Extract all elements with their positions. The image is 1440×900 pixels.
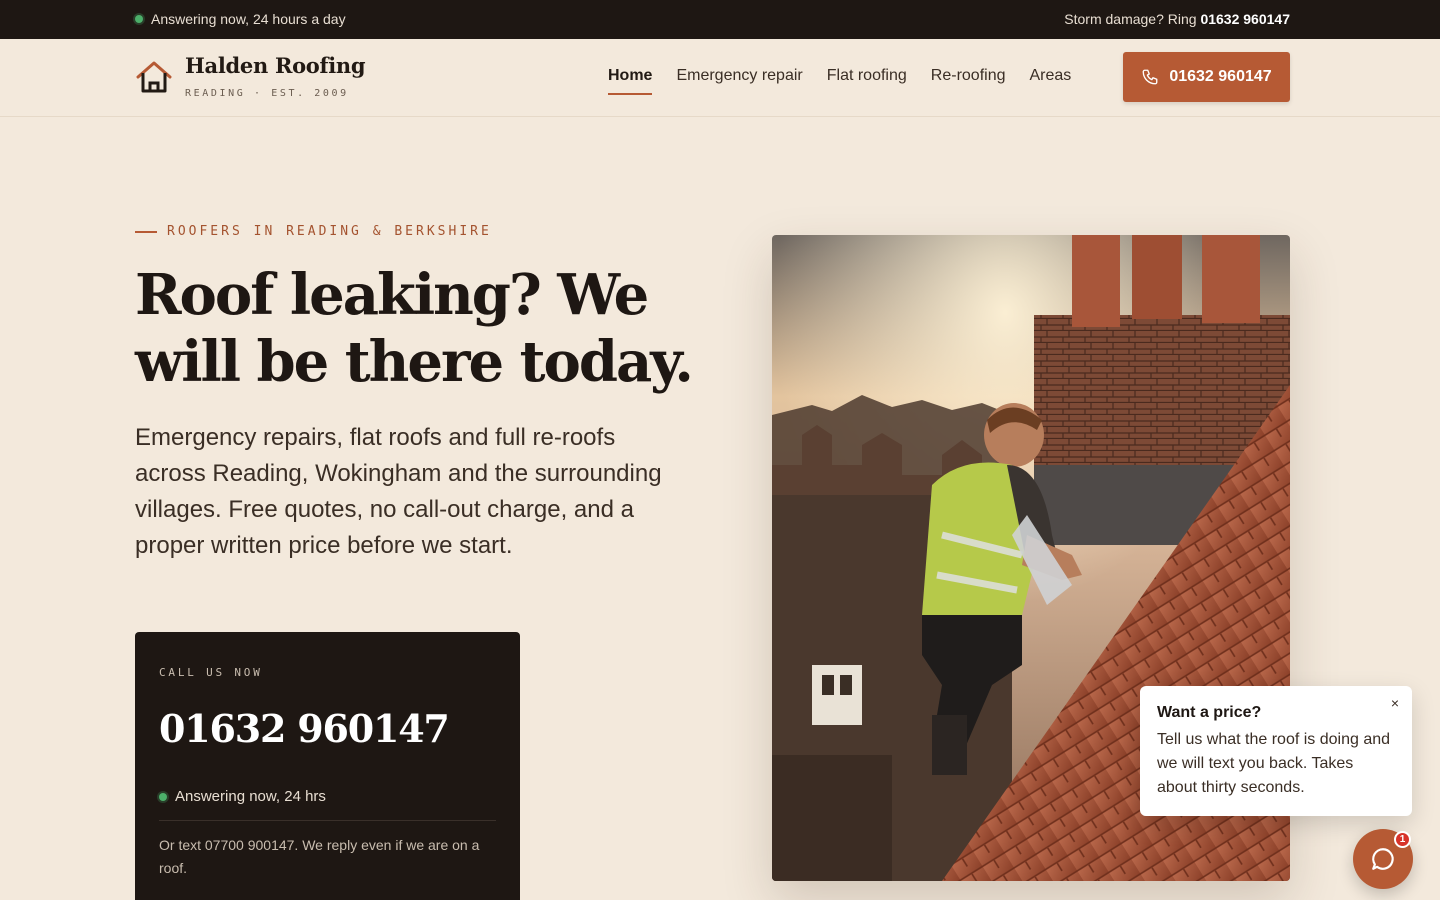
- site-header: Halden Roofing READING · EST. 2009 Home …: [0, 39, 1440, 117]
- chat-unread-badge: 1: [1394, 831, 1411, 848]
- call-card: CALL US NOW 01632 960147 Answering now, …: [135, 632, 520, 900]
- chat-launcher-button[interactable]: 1: [1353, 829, 1413, 889]
- call-card-divider: [159, 820, 496, 821]
- chat-popup-body: Tell us what the roof is doing and we wi…: [1157, 731, 1391, 796]
- nav-home[interactable]: Home: [608, 67, 653, 95]
- storm-notice: Storm damage? Ring 01632 960147: [1064, 11, 1290, 27]
- availability-status: Answering now, 24 hours a day: [135, 11, 346, 27]
- availability-text: Answering now, 24 hours a day: [151, 11, 346, 27]
- call-card-phone[interactable]: 01632 960147: [159, 706, 450, 751]
- main-nav: Home Emergency repair Flat roofing Re-ro…: [608, 67, 1071, 95]
- call-button-label: 01632 960147: [1169, 68, 1272, 85]
- hero-headline: Roof leaking? We will be there today.: [135, 262, 694, 395]
- call-card-status: Answering now, 24 hrs: [159, 788, 326, 805]
- chat-bubble-icon: [1372, 848, 1394, 870]
- chat-popup-title: Want a price?: [1157, 704, 1262, 721]
- storm-prefix: Storm damage? Ring: [1064, 11, 1197, 27]
- hero-lede: Emergency repairs, flat roofs and full r…: [135, 424, 662, 559]
- eyebrow-rule: [135, 230, 157, 233]
- nav-re-roofing[interactable]: Re-roofing: [931, 67, 1006, 95]
- status-dot-icon: [135, 15, 143, 23]
- house-icon[interactable]: [135, 59, 173, 95]
- phone-icon: [1142, 69, 1158, 85]
- brand-name[interactable]: Halden Roofing: [185, 53, 366, 78]
- call-card-label: CALL US NOW: [159, 666, 263, 679]
- call-button[interactable]: 01632 960147: [1123, 52, 1290, 102]
- chat-popup: Want a price? Tell us what the roof is d…: [1140, 686, 1412, 816]
- call-card-text-note: Or text 07700 900147. We reply even if w…: [159, 837, 480, 876]
- close-icon[interactable]: ×: [1391, 695, 1399, 711]
- nav-flat-roofing[interactable]: Flat roofing: [827, 67, 907, 95]
- call-card-status-text: Answering now, 24 hrs: [175, 788, 326, 805]
- eyebrow-text: ROOFERS IN READING & BERKSHIRE: [167, 224, 492, 239]
- nav-areas[interactable]: Areas: [1029, 67, 1071, 95]
- hero-eyebrow: ROOFERS IN READING & BERKSHIRE: [135, 224, 492, 239]
- top-bar: Answering now, 24 hours a day Storm dama…: [0, 0, 1440, 39]
- storm-phone-link[interactable]: 01632 960147: [1200, 11, 1290, 27]
- nav-emergency-repair[interactable]: Emergency repair: [676, 67, 802, 95]
- brand-tagline: READING · EST. 2009: [185, 88, 349, 99]
- status-dot-icon: [159, 792, 167, 801]
